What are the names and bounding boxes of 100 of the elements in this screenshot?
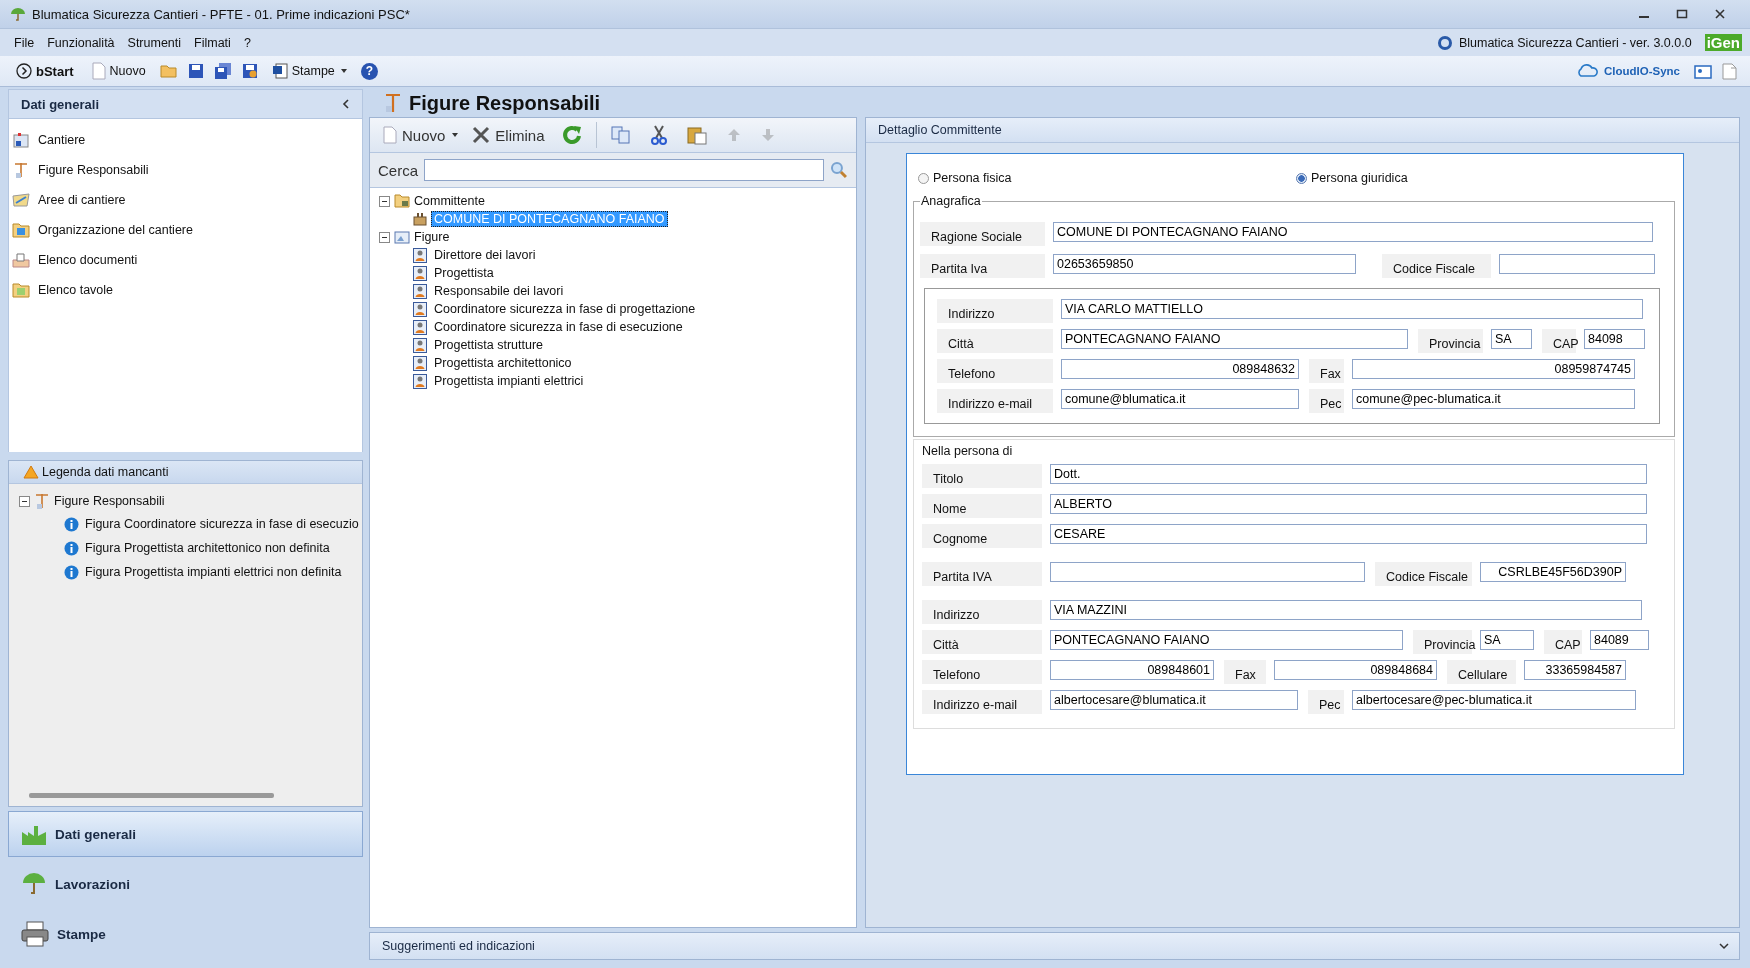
menu-item[interactable]: Strumenti [127,35,182,50]
radio-label[interactable]: Persona fisica [933,171,1012,185]
text-field[interactable]: comune@blumatica.it [1061,389,1299,409]
sidebar-item[interactable]: Cantiere [9,125,362,155]
menu-item[interactable]: ? [243,35,251,50]
tree-item[interactable]: Coordinatore sicurezza in fase di progettazione [431,301,699,317]
tree-item[interactable]: Progettista architettonico [431,355,575,371]
text-field[interactable]: 84089 [1590,630,1649,650]
field-label: Partita Iva [920,254,1045,278]
section-title: Nella persona di [922,444,1014,458]
field-label: CAP [1544,630,1582,654]
page-title: Figure Responsabili [409,91,601,115]
text-field[interactable]: 33365984587 [1524,660,1626,680]
collapse-icon[interactable] [379,231,390,243]
text-field[interactable]: albertocesare@pec-blumatica.it [1352,690,1636,710]
text-field[interactable]: comune@pec-blumatica.it [1352,389,1635,409]
text-field[interactable]: VIA MAZZINI [1050,600,1642,620]
person-icon [413,319,427,335]
chevron-left-icon[interactable] [342,99,350,109]
info-icon [64,540,79,556]
toolbar-button[interactable]: Nuovo [380,126,462,144]
field-label: Nome [922,494,1042,518]
radio-label[interactable]: Persona giuridica [1311,171,1408,185]
tree-item[interactable]: Progettista [431,265,497,281]
contact-card-icon[interactable] [1694,63,1712,79]
collapse-icon[interactable] [379,195,390,207]
refresh-icon[interactable] [561,125,582,145]
person-icon [413,337,427,353]
text-field[interactable]: SA [1480,630,1534,650]
cloud-sync-button[interactable]: CloudIO-Sync [1571,63,1684,79]
text-field[interactable]: 089848632 [1061,359,1299,379]
tree-item[interactable]: Committente [414,194,485,208]
text-field[interactable]: VIA CARLO MATTIELLO [1061,299,1643,319]
maximize-icon[interactable] [1676,8,1688,20]
field-label: CAP [1542,329,1576,353]
start-button[interactable]: bStart [12,63,78,79]
scrollbar-thumb[interactable] [29,793,274,798]
text-field[interactable]: ALBERTO [1050,494,1647,514]
section-button[interactable]: Stampe [8,911,363,957]
text-field[interactable]: CSRLBE45F56D390P [1480,562,1626,582]
tree-item[interactable]: Responsabile dei lavori [431,283,567,299]
menu-item[interactable]: Filmati [194,35,231,50]
text-field[interactable]: SA [1491,329,1532,349]
tree-item[interactable]: Figura Progettista impianti elettrici non definita [85,565,342,579]
text-field[interactable] [1050,562,1365,582]
field-label: Fax [1309,359,1344,383]
menu-item[interactable]: File [14,35,35,50]
panel-title: Legenda dati mancanti [42,465,169,479]
panel-title: Dati generali [21,96,100,112]
text-field[interactable]: 02653659850 [1053,254,1356,274]
person-icon [413,283,427,299]
text-field[interactable]: PONTECAGNANO FAIANO [1050,630,1403,650]
text-field[interactable]: PONTECAGNANO FAIANO [1061,329,1408,349]
tree-item[interactable]: Figure Responsabili [54,494,165,508]
floppy-disks-icon[interactable] [213,63,232,79]
sidebar-item[interactable]: Figure Responsabili [9,155,362,185]
search-field[interactable] [424,159,825,181]
text-field[interactable]: COMUNE DI PONTECAGNANO FAIANO [1053,222,1653,242]
field-label: Fax [1224,660,1266,684]
search-icon[interactable] [830,161,848,179]
radio-button[interactable] [918,172,929,184]
collapse-icon[interactable] [19,495,30,507]
text-field[interactable]: albertocesare@blumatica.it [1050,690,1298,710]
chevron-down-icon[interactable] [1719,942,1729,950]
sidebar-item[interactable]: Elenco documenti [9,245,362,275]
clipboard-icon[interactable] [686,125,707,145]
text-field[interactable] [1499,254,1655,274]
text-field[interactable]: CESARE [1050,524,1647,544]
text-field[interactable]: 089848684 [1274,660,1437,680]
sidebar-item[interactable]: Elenco tavole [9,275,362,305]
sidebar-item[interactable]: Aree di cantiere [9,185,362,215]
toolbar-button[interactable]: Elimina [469,126,548,144]
copy-icon[interactable] [610,126,631,144]
tree-item[interactable]: Progettista impianti elettrici [431,373,587,389]
section-button[interactable]: Lavorazioni [8,861,363,907]
sidebar-item[interactable]: Organizzazione del cantiere [9,215,362,245]
close-icon[interactable] [1714,8,1726,20]
hints-bar[interactable]: Suggerimenti ed indicazioni [369,932,1740,960]
tree-item[interactable]: Figura Progettista architettonico non definita [85,541,330,555]
person-icon [413,247,427,263]
tree-item[interactable]: Progettista strutture [431,337,547,353]
scissors-icon[interactable] [650,125,667,145]
tree-item[interactable]: Figura Coordinatore sicurezza in fase di esecuzio [85,517,359,531]
tree-item[interactable]: Direttore dei lavori [431,247,539,263]
text-field[interactable]: 089848601 [1050,660,1214,680]
section-button[interactable]: Dati generali [8,811,363,857]
text-field[interactable]: Dott. [1050,464,1647,484]
tree-item[interactable]: Figure [414,230,450,244]
toolbar-button[interactable]: Nuovo [87,62,150,80]
folder-icon [12,222,30,238]
x-icon [472,126,491,144]
menu-item[interactable]: Funzionalità [47,35,115,50]
tree-item[interactable]: Coordinatore sicurezza in fase di esecuzione [431,319,686,335]
radio-button[interactable] [1296,172,1307,184]
toolbar-button[interactable]: Stampe [267,63,351,79]
text-field[interactable]: 84098 [1584,329,1645,349]
person-icon [413,355,427,371]
help-button[interactable]: ? [360,62,378,80]
text-field[interactable]: 08959874745 [1352,359,1635,379]
umbrella-icon [21,871,47,897]
